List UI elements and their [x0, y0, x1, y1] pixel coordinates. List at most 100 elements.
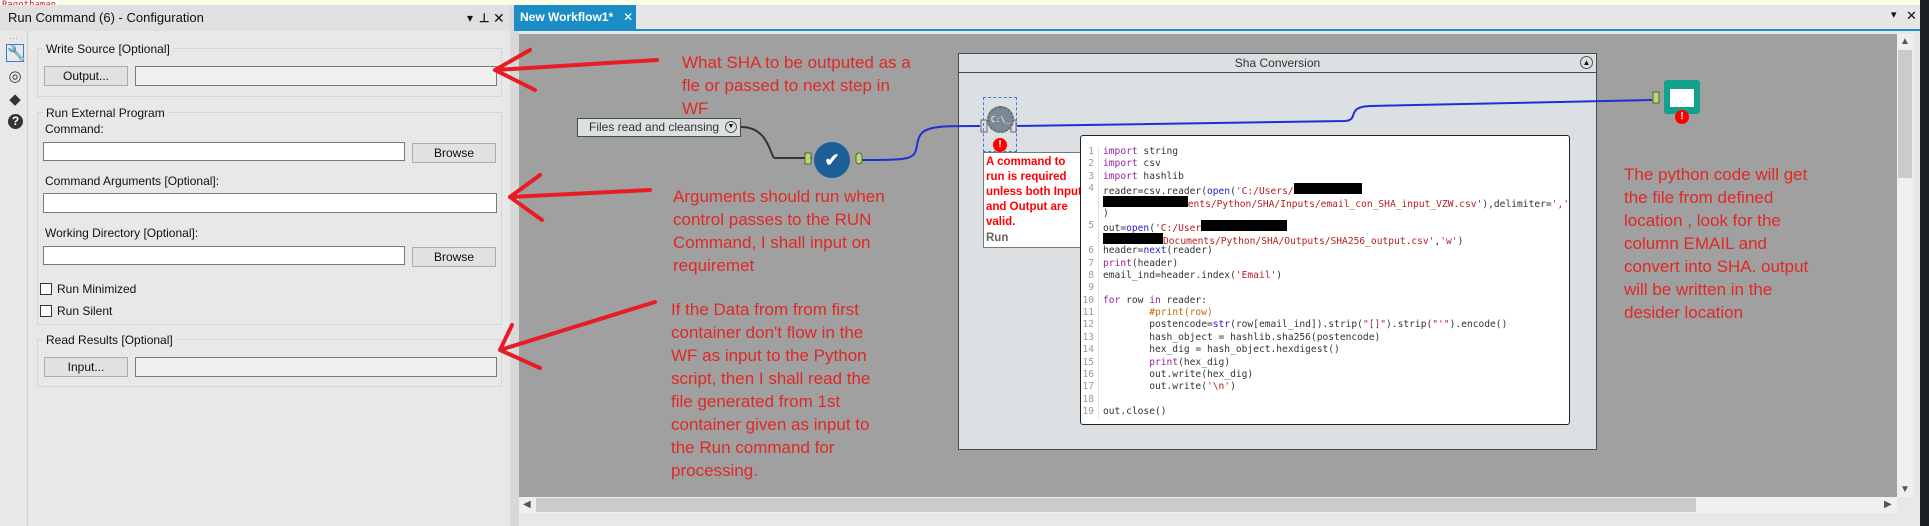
workdir-input[interactable]: [43, 246, 405, 265]
error-tool-name: Run: [986, 232, 1009, 244]
dropdown-icon[interactable]: ▾: [467, 5, 473, 31]
tag-icon[interactable]: ◆: [6, 91, 24, 109]
run-silent-label: Run Silent: [57, 304, 113, 318]
code-text: out=open('C:/User: [1103, 220, 1288, 234]
output-data-tool-icon[interactable]: [1664, 80, 1700, 114]
help-icon[interactable]: ?: [8, 114, 23, 129]
run-command-tool-icon[interactable]: C:\_: [987, 106, 1014, 133]
code-text: email_ind=header.index('Email'): [1103, 270, 1282, 282]
code-token: (reader): [1166, 245, 1213, 257]
code-text: ): [1103, 208, 1109, 220]
code-line: 12 postencode=str(row[email_ind]).strip(…: [1081, 319, 1569, 332]
code-line: 5 out=open('C:/User: [1081, 220, 1569, 234]
code-line: 18: [1081, 393, 1569, 407]
code-text: import string: [1103, 146, 1178, 158]
run-silent-checkbox[interactable]: [40, 305, 52, 317]
pin-icon[interactable]: ⊥: [479, 5, 489, 31]
error-message: A command to run is required unless both…: [986, 156, 1082, 228]
code-line: 15 print(hex_dig): [1081, 356, 1569, 370]
output-path-field[interactable]: [135, 66, 497, 86]
wrench-icon[interactable]: 🔧: [6, 44, 26, 62]
tab-new-workflow[interactable]: New Workflow1* ✕: [514, 5, 636, 31]
command-input[interactable]: [43, 142, 405, 161]
line-number: [1081, 232, 1099, 246]
window-close-icon[interactable]: ✕: [1906, 8, 1917, 24]
files-read-label: Files read and cleansing: [589, 120, 720, 134]
scroll-left-icon[interactable]: ◀: [523, 499, 531, 510]
tab-label: New Workflow1*: [520, 10, 614, 24]
code-text: header=next(reader): [1103, 245, 1213, 257]
code-token: csv: [1137, 158, 1161, 170]
code-text: out.write(hex_dig): [1103, 369, 1253, 381]
code-line: 14 hex_dig = hash_object.hexdigest(): [1081, 344, 1569, 357]
code-token: #print(row): [1149, 307, 1213, 319]
files-read-container-collapsed[interactable]: Files read and cleansing: [577, 118, 741, 137]
output-button[interactable]: Output...: [44, 66, 128, 86]
code-text: reader=csv.reader(open('C:/Users/: [1103, 183, 1362, 197]
code-token: hex_dig = hash_object.hexdigest(): [1103, 344, 1340, 356]
redaction-block: [1201, 220, 1288, 232]
code-text: out.close(): [1103, 406, 1167, 418]
code-token: ',': [1551, 198, 1569, 210]
line-number: 18: [1081, 393, 1099, 407]
code-token: 'Email': [1235, 269, 1277, 281]
code-token: "'": [1432, 319, 1450, 331]
run-minimized-checkbox[interactable]: [40, 283, 52, 295]
code-token: header=: [1103, 245, 1144, 257]
command-label: Command:: [45, 122, 104, 136]
expand-container-icon[interactable]: ▼: [725, 121, 737, 133]
panel-splitter[interactable]: [510, 5, 519, 526]
scroll-up-icon[interactable]: ▲: [1900, 36, 1910, 47]
code-text: #print(row): [1103, 307, 1213, 319]
code-token: ents/Python/SHA/Inputs/email_con_SHA_inp…: [1187, 198, 1483, 210]
code-token: import: [1103, 146, 1138, 157]
code-token: print: [1149, 356, 1179, 368]
code-token: (header): [1131, 257, 1179, 269]
redaction-block: [1103, 232, 1163, 244]
code-line: ents/Python/SHA/Inputs/email_con_SHA_inp…: [1081, 195, 1569, 210]
code-token: print: [1103, 257, 1132, 269]
compass-icon[interactable]: ◎: [6, 68, 24, 86]
code-line: 3 import hashlib: [1081, 170, 1569, 184]
write-source-label: Write Source [Optional]: [43, 42, 173, 56]
browse-command-button[interactable]: Browse: [412, 143, 496, 163]
line-number: [1081, 207, 1099, 221]
code-line: 10 for row in reader:: [1081, 294, 1569, 308]
args-input[interactable]: [43, 193, 497, 213]
close-icon[interactable]: ✕: [493, 5, 505, 31]
line-number: 9: [1081, 282, 1099, 295]
input-button[interactable]: Input...: [44, 357, 128, 377]
tab-list-dropdown-icon[interactable]: ▾: [1891, 8, 1897, 21]
scroll-right-icon[interactable]: ▶: [1884, 499, 1892, 510]
code-text: hash_object = hashlib.sha256(postencode): [1103, 332, 1380, 344]
code-line: 13 hash_object = hashlib.sha256(postenco…: [1081, 331, 1569, 345]
code-text: print(header): [1103, 258, 1178, 270]
code-token: import: [1103, 170, 1138, 182]
browse-workdir-button[interactable]: Browse: [412, 247, 496, 267]
line-number: 8: [1081, 269, 1099, 283]
select-tool-checkmark-icon[interactable]: ✔: [814, 142, 850, 178]
scroll-down-icon[interactable]: ▼: [1900, 484, 1910, 495]
code-line: 7 print(header): [1081, 257, 1569, 270]
collapse-container-icon[interactable]: ▲: [1580, 56, 1593, 69]
container-title[interactable]: Sha Conversion: [958, 53, 1597, 73]
code-text: Documents/Python/SHA/Outputs/SHA256_outp…: [1103, 232, 1463, 247]
container-title-text: Sha Conversion: [1234, 56, 1321, 70]
code-token: ),delimiter=: [1482, 198, 1552, 210]
annotation-input: If the Data from from first container do…: [671, 300, 871, 480]
input-path-field[interactable]: [135, 357, 497, 377]
line-number: 6: [1081, 245, 1099, 258]
code-token: reader:: [1160, 294, 1207, 306]
tab-close-icon[interactable]: ✕: [623, 10, 633, 24]
python-code-comment: 1 import string 2 import csv 3 import hashlib…: [1080, 135, 1570, 425]
tab-bar: [519, 5, 1920, 31]
code-line: 9: [1081, 282, 1569, 295]
code-line: Documents/Python/SHA/Outputs/SHA256_outp…: [1081, 232, 1569, 247]
code-token: next: [1143, 245, 1167, 257]
horizontal-scroll-thumb[interactable]: [536, 498, 1696, 512]
code-text: print(hex_dig): [1103, 357, 1230, 369]
error-tooltip: A command to run is required unless both…: [983, 152, 1085, 248]
vertical-scroll-thumb[interactable]: [1898, 50, 1912, 178]
panel-title: Run Command (6) - Configuration: [0, 5, 510, 31]
